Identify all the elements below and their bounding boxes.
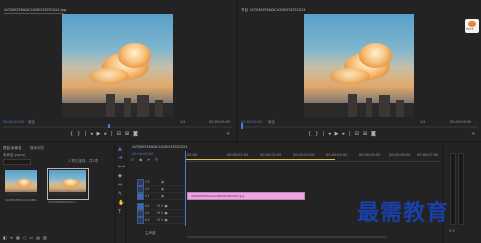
program-video-frame <box>304 14 414 117</box>
hand-tool-icon[interactable]: ✋ <box>118 201 124 206</box>
watermark: 最需教育 <box>357 200 450 226</box>
source-clip-tab[interactable]: ULTIMATEMAXCLONESTATE2024.jpg <box>4 8 66 12</box>
source-fraction-dropdown[interactable]: 1/2 <box>180 120 186 124</box>
timeline-scrollbar[interactable] <box>187 236 387 238</box>
timeline-playhead[interactable] <box>185 151 186 226</box>
track-row-a3: A3 M S ● <box>137 216 185 224</box>
tab-media-browser[interactable]: 媒体浏览 <box>30 146 44 150</box>
overwrite-icon[interactable]: ⊞ <box>125 131 133 137</box>
track-label: A3 <box>145 218 150 222</box>
track-select-tool-icon[interactable]: ⇥ <box>118 156 122 161</box>
project-thumbnail-2-label: ULTIMATEMAXCLO... <box>48 200 78 204</box>
export-frame-icon[interactable]: ◙ <box>371 131 380 137</box>
lock-icon[interactable]: ◧ <box>3 235 10 240</box>
icon-view-icon[interactable]: ▦ <box>16 235 23 240</box>
project-folder-name: 未命名.prproj <box>3 153 25 157</box>
logo-text: ESTE <box>466 27 474 31</box>
timeline-panel: ULTIMATEMAXCLONESTATE2024 00:00:00:00 ∩ … <box>127 143 442 243</box>
program-timecode-right: 00:00:05:00 <box>450 120 472 124</box>
sequence-tab[interactable]: ULTIMATEMAXCLONESTATE2024 <box>132 145 188 149</box>
project-thumbnail-1[interactable] <box>5 170 37 196</box>
track-row-v1: V1 ◉ <box>137 192 185 200</box>
program-playhead[interactable] <box>241 123 243 129</box>
work-area-bar[interactable] <box>185 159 335 160</box>
track-label: V3 <box>145 180 150 184</box>
program-transport-controls: {}|◂▶▸|⊟⊞◙ <box>308 131 380 137</box>
meter-right <box>458 153 464 225</box>
mute-solo-icons[interactable]: M S ● <box>157 218 168 222</box>
eye-icon[interactable]: ◉ <box>161 194 164 198</box>
video-clip-label: ULTIMATEMAXCLONESTATE2024.jpg <box>191 194 245 198</box>
timeline-timecode[interactable]: 00:00:00:00 <box>132 152 153 156</box>
track-label: V1 <box>145 194 150 198</box>
track-headers: V3 ◉ V2 ◉ V1 ◉ A1 M S ● A2 M S ● A3 M S … <box>137 178 185 226</box>
master-track-label: 主声道 <box>145 231 156 235</box>
trash-icon[interactable]: ▥ <box>43 235 50 240</box>
source-add-button-icon[interactable]: + <box>226 132 230 137</box>
program-monitor: 节目 ULTIMATEMAXCLONESTATE2024 ESTE 00:00:… <box>238 0 481 141</box>
tools-panel: ▲ ⇥ ⟷ ◆ ↔ ✎ ✋ T <box>116 143 125 243</box>
mute-solo-icons[interactable]: M S ● <box>157 211 168 215</box>
insert-icon[interactable]: ⊟ <box>117 131 125 137</box>
lift-icon[interactable]: ⊟ <box>355 131 363 137</box>
ruler-label: 00:00:04:00 <box>326 153 348 157</box>
source-video-frame <box>62 14 173 117</box>
tab-project[interactable]: 项目:未命名 <box>3 146 22 150</box>
snap-icon[interactable]: ∩ ◆ ▾ ✎ <box>131 157 160 162</box>
source-timecode-left[interactable]: 00:00:00:00 <box>3 120 24 124</box>
meter-left <box>450 153 456 225</box>
program-title[interactable]: 节目 <box>241 8 248 12</box>
project-thumbnail-2[interactable] <box>49 170 86 196</box>
razor-tool-icon[interactable]: ◆ <box>118 174 122 179</box>
track-target-toggle[interactable] <box>137 193 144 200</box>
ruler-label: 00:00:01:00 <box>227 153 249 157</box>
track-label: V2 <box>145 187 150 191</box>
meter-solo-buttons[interactable]: S S <box>449 229 455 233</box>
ruler-label: 00:00:06:00 <box>389 153 411 157</box>
source-transport-controls: {}|◂▶▸|⊟⊞◙ <box>70 131 142 137</box>
ruler-label: 00:00:05:00 <box>359 153 381 157</box>
source-fit-dropdown[interactable]: 适合 <box>28 120 35 124</box>
pen-tool-icon[interactable]: ✎ <box>118 192 122 197</box>
logo-badge: ESTE <box>465 19 479 33</box>
project-thumbnail-1-label: ULTIMATEMAXCLONE... <box>5 198 39 202</box>
ruler-label: 00:00:03:00 <box>293 153 315 157</box>
new-item-icon[interactable]: ▤ <box>36 235 43 240</box>
items-count: 1 项已选择，共2项 <box>68 159 99 163</box>
selection-tool-icon[interactable]: ▲ <box>118 147 122 152</box>
program-scrub-bar[interactable] <box>241 126 478 128</box>
project-panel: 项目:未命名 媒体浏览 未命名.prproj 1 项已选择，共2项 ULTIMA… <box>0 143 114 243</box>
track-label: A1 <box>145 204 150 208</box>
type-tool-icon[interactable]: T <box>118 210 121 215</box>
track-target-toggle[interactable] <box>137 217 144 224</box>
extract-icon[interactable]: ⊞ <box>363 131 371 137</box>
ruler-label: 00:00:02:00 <box>260 153 282 157</box>
source-timecode-right: 00:00:05:00 <box>209 120 231 124</box>
project-search-input[interactable] <box>3 159 31 165</box>
ruler-label: 00:00:07:00 <box>417 153 439 157</box>
source-scrub-bar[interactable] <box>3 126 233 128</box>
ruler-label: 00:00 <box>187 153 198 157</box>
program-add-button-icon[interactable]: + <box>471 132 475 137</box>
source-playhead[interactable] <box>108 124 110 128</box>
mute-solo-icons[interactable]: M S ● <box>157 204 168 208</box>
track-label: A2 <box>145 211 150 215</box>
program-sequence-name[interactable]: ULTIMATEMAXCLONESTATE2024 <box>250 8 306 12</box>
program-fit-dropdown[interactable]: 适合 <box>268 120 275 124</box>
program-fraction-dropdown[interactable]: 1/2 <box>420 120 426 124</box>
slip-tool-icon[interactable]: ↔ <box>118 183 122 188</box>
audio-meters: S S <box>444 143 481 243</box>
export-frame-icon[interactable]: ◙ <box>133 131 142 137</box>
program-timecode-left[interactable]: 00:00:00:00 <box>241 120 262 124</box>
project-footer-toolbar: ◧≡▦○▭▤▥ <box>3 235 50 241</box>
eye-icon[interactable]: ◉ <box>161 180 164 184</box>
eye-icon[interactable]: ◉ <box>161 187 164 191</box>
source-monitor: ULTIMATEMAXCLONESTATE2024.jpg 00:00:00:0… <box>0 0 236 141</box>
ripple-edit-tool-icon[interactable]: ⟷ <box>118 165 125 170</box>
source-tab-underline <box>4 13 64 14</box>
video-clip[interactable]: ULTIMATEMAXCLONESTATE2024.jpg <box>187 192 305 200</box>
